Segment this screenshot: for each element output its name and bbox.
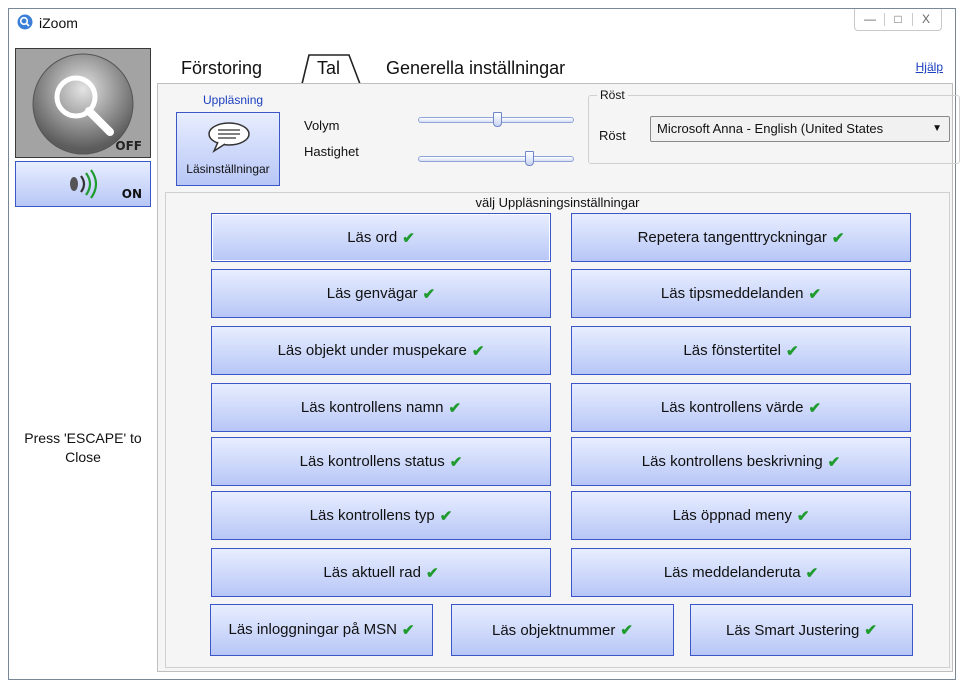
option-button[interactable]: Läs kontrollens status ✔ [211,437,551,486]
tab-bar: Förstoring Tal Generella inställningar H… [157,48,953,84]
volume-label: Volym [304,118,340,133]
checkmark-icon: ✔ [864,622,877,639]
option-button[interactable]: Läs kontrollens beskrivning ✔ [571,437,911,486]
option-label: Läs objektnummer [492,621,616,639]
close-button[interactable]: X [913,9,939,30]
option-label: Läs kontrollens typ [309,507,435,524]
checkmark-icon: ✔ [805,564,819,582]
option-button[interactable]: Läs Smart Justering ✔ [690,604,913,656]
option-button[interactable]: Läs aktuell rad ✔ [211,548,551,597]
speech-state-label: ON [121,187,142,201]
checkmark-icon: ✔ [401,622,415,639]
speaker-icon [70,169,98,199]
help-link[interactable]: Hjälp [916,60,943,74]
title-bar: iZoom — □ X [9,9,955,37]
section-label: Uppläsning [203,93,264,107]
checkmark-icon: ✔ [831,229,845,247]
option-label: Läs kontrollens beskrivning [641,453,823,470]
window-title: iZoom [39,15,78,31]
speech-controls: Uppläsning Läsinställningar Volym Hastig… [163,86,960,189]
option-button[interactable]: Läs kontrollens typ ✔ [211,491,551,540]
checkmark-icon: ✔ [402,229,415,247]
tab-tal[interactable]: Tal [317,58,340,79]
voice-label: Röst [599,128,626,143]
voice-select[interactable]: Microsoft Anna - English (United States … [650,116,950,142]
option-label: Repetera tangenttryckningar [637,229,827,246]
left-panel: OFF ON Press 'ESCAPE' to Close [15,48,151,672]
tab-generella-installningar[interactable]: Generella inställningar [386,58,565,79]
checkmark-icon: ✔ [827,453,841,471]
option-button[interactable]: Läs objektnummer ✔ [451,604,674,656]
option-button[interactable]: Läs meddelanderuta ✔ [571,548,911,597]
option-label: Läs genvägar [326,285,418,302]
option-label: Läs meddelanderuta [663,564,801,581]
option-label: Läs Smart Justering [726,621,860,639]
speed-slider[interactable] [418,151,574,166]
reading-options-group: välj Uppläsningsinställningar Läs ord ✔ Re… [165,192,950,668]
checkmark-icon: ✔ [439,507,453,525]
checkmark-icon: ✔ [448,399,462,417]
zoom-toggle-button[interactable]: OFF [15,48,151,158]
option-label: Läs inloggningar på MSN [228,621,397,638]
app-magnifier-icon [17,14,33,30]
checkmark-icon: ✔ [422,285,436,303]
speech-toggle-button[interactable]: ON [15,161,151,207]
option-button[interactable]: Läs kontrollens namn ✔ [211,383,551,432]
speech-bubble-icon [208,122,250,153]
maximize-button[interactable]: □ [885,9,911,30]
chevron-down-icon: ▼ [932,123,942,134]
option-button[interactable]: Läs inloggningar på MSN ✔ [210,604,433,656]
speed-label: Hastighet [304,144,359,159]
option-label: Läs öppnad meny [672,507,792,524]
voice-group-title: Röst [597,88,628,102]
option-label: Läs fönstertitel [683,342,781,359]
option-label: Läs kontrollens värde [660,399,804,416]
option-label: Läs kontrollens status [299,453,445,470]
checkmark-icon: ✔ [620,622,633,639]
checkmark-icon: ✔ [808,399,822,417]
read-settings-button[interactable]: Läsinställningar [176,112,280,186]
option-button[interactable]: Läs fönstertitel ✔ [571,326,911,375]
option-button[interactable]: Läs öppnad meny ✔ [571,491,911,540]
voice-group: Röst Röst Microsoft Anna - English (Unit… [588,88,960,164]
checkmark-icon: ✔ [808,285,822,303]
options-title: välj Uppläsningsinställningar [475,195,640,210]
speed-slider-thumb[interactable] [525,151,534,166]
option-label: Läs tipsmeddelanden [660,285,804,302]
escape-hint: Press 'ESCAPE' to Close [24,430,142,465]
minimize-button[interactable]: — [857,9,883,30]
voice-select-value: Microsoft Anna - English (United States [657,121,884,136]
option-label: Läs aktuell rad [323,564,421,581]
option-button[interactable]: Repetera tangenttryckningar ✔ [571,213,911,262]
checkmark-icon: ✔ [785,342,799,360]
option-label: Läs objekt under muspekare [277,342,467,359]
option-button[interactable]: Läs ord ✔ [211,213,551,262]
option-button[interactable]: Läs objekt under muspekare ✔ [211,326,551,375]
option-label: Läs ord [347,229,398,246]
volume-slider[interactable] [418,112,574,127]
tab-forstoring[interactable]: Förstoring [181,58,262,79]
read-settings-label: Läsinställningar [186,162,270,176]
option-button[interactable]: Läs tipsmeddelanden ✔ [571,269,911,318]
zoom-state-label: OFF [115,139,142,153]
option-button[interactable]: Läs kontrollens värde ✔ [571,383,911,432]
checkmark-icon: ✔ [471,342,485,360]
tal-panel: Uppläsning Läsinställningar Volym Hastig… [157,83,960,672]
checkmark-icon: ✔ [796,507,810,525]
window-controls: — □ X [854,9,942,31]
checkmark-icon: ✔ [425,564,439,582]
option-button[interactable]: Läs genvägar ✔ [211,269,551,318]
option-label: Läs kontrollens namn [300,399,444,416]
volume-slider-thumb[interactable] [493,112,502,127]
checkmark-icon: ✔ [449,453,463,471]
